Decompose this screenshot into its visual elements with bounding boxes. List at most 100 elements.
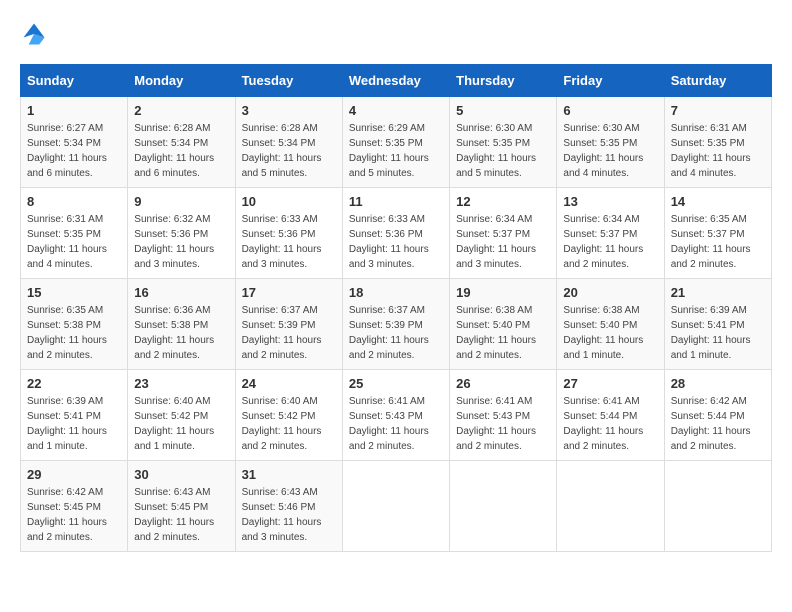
day-number: 11 [349, 194, 443, 209]
calendar-cell: 5 Sunrise: 6:30 AM Sunset: 5:35 PM Dayli… [450, 97, 557, 188]
day-number: 30 [134, 467, 228, 482]
calendar-body: 1 Sunrise: 6:27 AM Sunset: 5:34 PM Dayli… [21, 97, 772, 552]
day-number: 25 [349, 376, 443, 391]
day-info: Sunrise: 6:34 AM Sunset: 5:37 PM Dayligh… [456, 212, 550, 272]
calendar-cell [450, 461, 557, 552]
day-number: 21 [671, 285, 765, 300]
logo [20, 20, 52, 48]
calendar-cell: 21 Sunrise: 6:39 AM Sunset: 5:41 PM Dayl… [664, 279, 771, 370]
calendar-cell: 9 Sunrise: 6:32 AM Sunset: 5:36 PM Dayli… [128, 188, 235, 279]
calendar-cell: 20 Sunrise: 6:38 AM Sunset: 5:40 PM Dayl… [557, 279, 664, 370]
day-number: 31 [242, 467, 336, 482]
calendar-cell: 6 Sunrise: 6:30 AM Sunset: 5:35 PM Dayli… [557, 97, 664, 188]
day-info: Sunrise: 6:37 AM Sunset: 5:39 PM Dayligh… [242, 303, 336, 363]
day-number: 19 [456, 285, 550, 300]
calendar-cell: 17 Sunrise: 6:37 AM Sunset: 5:39 PM Dayl… [235, 279, 342, 370]
day-number: 23 [134, 376, 228, 391]
day-number: 28 [671, 376, 765, 391]
day-info: Sunrise: 6:38 AM Sunset: 5:40 PM Dayligh… [563, 303, 657, 363]
header-day-monday: Monday [128, 65, 235, 97]
calendar-cell: 8 Sunrise: 6:31 AM Sunset: 5:35 PM Dayli… [21, 188, 128, 279]
day-info: Sunrise: 6:33 AM Sunset: 5:36 PM Dayligh… [349, 212, 443, 272]
day-info: Sunrise: 6:31 AM Sunset: 5:35 PM Dayligh… [27, 212, 121, 272]
day-info: Sunrise: 6:39 AM Sunset: 5:41 PM Dayligh… [671, 303, 765, 363]
calendar-cell: 19 Sunrise: 6:38 AM Sunset: 5:40 PM Dayl… [450, 279, 557, 370]
day-info: Sunrise: 6:35 AM Sunset: 5:38 PM Dayligh… [27, 303, 121, 363]
day-number: 8 [27, 194, 121, 209]
calendar-cell: 3 Sunrise: 6:28 AM Sunset: 5:34 PM Dayli… [235, 97, 342, 188]
day-info: Sunrise: 6:42 AM Sunset: 5:44 PM Dayligh… [671, 394, 765, 454]
calendar-cell: 13 Sunrise: 6:34 AM Sunset: 5:37 PM Dayl… [557, 188, 664, 279]
day-info: Sunrise: 6:39 AM Sunset: 5:41 PM Dayligh… [27, 394, 121, 454]
day-number: 18 [349, 285, 443, 300]
day-number: 10 [242, 194, 336, 209]
day-number: 13 [563, 194, 657, 209]
header-day-tuesday: Tuesday [235, 65, 342, 97]
day-number: 27 [563, 376, 657, 391]
calendar-cell: 1 Sunrise: 6:27 AM Sunset: 5:34 PM Dayli… [21, 97, 128, 188]
day-info: Sunrise: 6:28 AM Sunset: 5:34 PM Dayligh… [134, 121, 228, 181]
day-info: Sunrise: 6:40 AM Sunset: 5:42 PM Dayligh… [134, 394, 228, 454]
day-info: Sunrise: 6:30 AM Sunset: 5:35 PM Dayligh… [456, 121, 550, 181]
calendar-cell: 2 Sunrise: 6:28 AM Sunset: 5:34 PM Dayli… [128, 97, 235, 188]
calendar-table: SundayMondayTuesdayWednesdayThursdayFrid… [20, 64, 772, 552]
day-info: Sunrise: 6:43 AM Sunset: 5:45 PM Dayligh… [134, 485, 228, 545]
day-info: Sunrise: 6:37 AM Sunset: 5:39 PM Dayligh… [349, 303, 443, 363]
calendar-cell: 22 Sunrise: 6:39 AM Sunset: 5:41 PM Dayl… [21, 370, 128, 461]
header-day-friday: Friday [557, 65, 664, 97]
day-number: 20 [563, 285, 657, 300]
day-info: Sunrise: 6:27 AM Sunset: 5:34 PM Dayligh… [27, 121, 121, 181]
calendar-cell: 30 Sunrise: 6:43 AM Sunset: 5:45 PM Dayl… [128, 461, 235, 552]
day-info: Sunrise: 6:38 AM Sunset: 5:40 PM Dayligh… [456, 303, 550, 363]
day-number: 15 [27, 285, 121, 300]
calendar-cell [664, 461, 771, 552]
day-number: 22 [27, 376, 121, 391]
day-number: 14 [671, 194, 765, 209]
calendar-cell: 14 Sunrise: 6:35 AM Sunset: 5:37 PM Dayl… [664, 188, 771, 279]
calendar-cell: 16 Sunrise: 6:36 AM Sunset: 5:38 PM Dayl… [128, 279, 235, 370]
day-info: Sunrise: 6:31 AM Sunset: 5:35 PM Dayligh… [671, 121, 765, 181]
day-info: Sunrise: 6:32 AM Sunset: 5:36 PM Dayligh… [134, 212, 228, 272]
day-info: Sunrise: 6:36 AM Sunset: 5:38 PM Dayligh… [134, 303, 228, 363]
header [20, 20, 772, 48]
day-number: 16 [134, 285, 228, 300]
day-info: Sunrise: 6:28 AM Sunset: 5:34 PM Dayligh… [242, 121, 336, 181]
day-info: Sunrise: 6:41 AM Sunset: 5:43 PM Dayligh… [349, 394, 443, 454]
day-number: 3 [242, 103, 336, 118]
calendar-cell: 15 Sunrise: 6:35 AM Sunset: 5:38 PM Dayl… [21, 279, 128, 370]
logo-icon [20, 20, 48, 48]
calendar-cell [557, 461, 664, 552]
day-info: Sunrise: 6:40 AM Sunset: 5:42 PM Dayligh… [242, 394, 336, 454]
calendar-cell: 27 Sunrise: 6:41 AM Sunset: 5:44 PM Dayl… [557, 370, 664, 461]
calendar-week-3: 15 Sunrise: 6:35 AM Sunset: 5:38 PM Dayl… [21, 279, 772, 370]
day-number: 4 [349, 103, 443, 118]
calendar-cell [342, 461, 449, 552]
day-number: 17 [242, 285, 336, 300]
day-info: Sunrise: 6:42 AM Sunset: 5:45 PM Dayligh… [27, 485, 121, 545]
day-number: 7 [671, 103, 765, 118]
day-number: 6 [563, 103, 657, 118]
calendar-week-4: 22 Sunrise: 6:39 AM Sunset: 5:41 PM Dayl… [21, 370, 772, 461]
day-info: Sunrise: 6:41 AM Sunset: 5:43 PM Dayligh… [456, 394, 550, 454]
day-info: Sunrise: 6:43 AM Sunset: 5:46 PM Dayligh… [242, 485, 336, 545]
day-info: Sunrise: 6:29 AM Sunset: 5:35 PM Dayligh… [349, 121, 443, 181]
calendar-week-2: 8 Sunrise: 6:31 AM Sunset: 5:35 PM Dayli… [21, 188, 772, 279]
day-number: 12 [456, 194, 550, 209]
day-number: 9 [134, 194, 228, 209]
calendar-cell: 23 Sunrise: 6:40 AM Sunset: 5:42 PM Dayl… [128, 370, 235, 461]
calendar-cell: 24 Sunrise: 6:40 AM Sunset: 5:42 PM Dayl… [235, 370, 342, 461]
calendar-cell: 26 Sunrise: 6:41 AM Sunset: 5:43 PM Dayl… [450, 370, 557, 461]
calendar-cell: 4 Sunrise: 6:29 AM Sunset: 5:35 PM Dayli… [342, 97, 449, 188]
day-number: 29 [27, 467, 121, 482]
header-day-thursday: Thursday [450, 65, 557, 97]
calendar-cell: 28 Sunrise: 6:42 AM Sunset: 5:44 PM Dayl… [664, 370, 771, 461]
day-number: 1 [27, 103, 121, 118]
calendar-week-1: 1 Sunrise: 6:27 AM Sunset: 5:34 PM Dayli… [21, 97, 772, 188]
day-info: Sunrise: 6:35 AM Sunset: 5:37 PM Dayligh… [671, 212, 765, 272]
day-number: 5 [456, 103, 550, 118]
calendar-cell: 31 Sunrise: 6:43 AM Sunset: 5:46 PM Dayl… [235, 461, 342, 552]
day-info: Sunrise: 6:30 AM Sunset: 5:35 PM Dayligh… [563, 121, 657, 181]
calendar-cell: 7 Sunrise: 6:31 AM Sunset: 5:35 PM Dayli… [664, 97, 771, 188]
calendar-cell: 29 Sunrise: 6:42 AM Sunset: 5:45 PM Dayl… [21, 461, 128, 552]
day-number: 26 [456, 376, 550, 391]
